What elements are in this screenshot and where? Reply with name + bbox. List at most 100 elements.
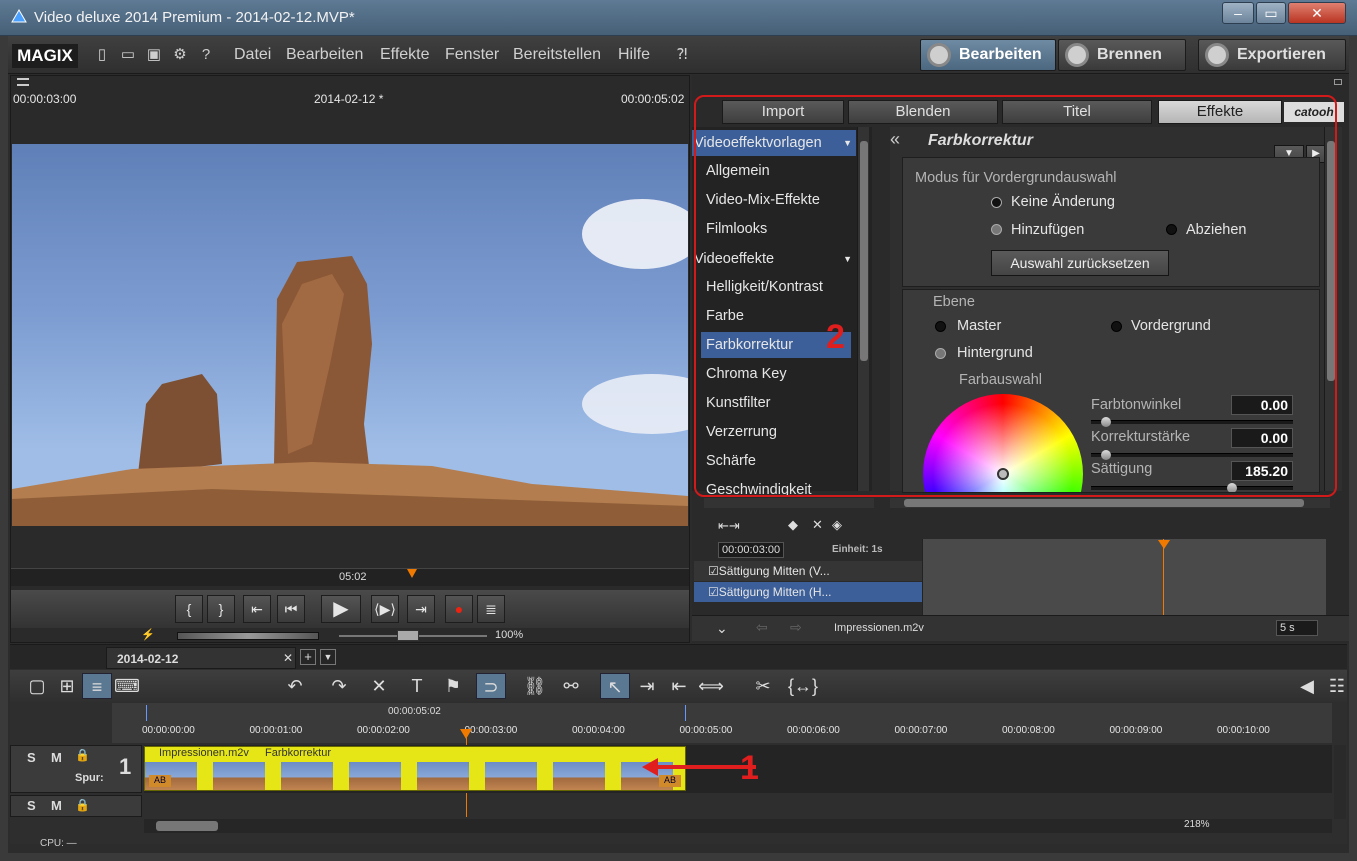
expand-chevron-icon[interactable]: ⌄ xyxy=(716,620,728,637)
mark-in-button[interactable]: { xyxy=(175,595,203,623)
solo-button[interactable]: S xyxy=(27,750,36,765)
multicam-mode-icon[interactable]: ⌨ xyxy=(112,673,142,699)
prev-keyframe-icon[interactable]: ⇤⇥ xyxy=(718,518,740,534)
list-hscroll[interactable] xyxy=(704,498,874,508)
redo-icon[interactable]: ↷ xyxy=(324,673,354,699)
preview-timeline[interactable]: 05:02 xyxy=(11,568,689,586)
minimize-button[interactable]: – xyxy=(1222,2,1254,24)
mode-brennen-button[interactable]: Brennen xyxy=(1058,39,1186,71)
link-icon[interactable]: ⛓ xyxy=(520,673,550,699)
settings-gear-icon[interactable]: ⚙ xyxy=(170,45,190,65)
solo-button[interactable]: S xyxy=(27,798,36,813)
open-folder-icon[interactable]: ▭ xyxy=(118,45,138,65)
save-icon[interactable]: ▣ xyxy=(144,45,164,65)
undo-icon[interactable]: ↶ xyxy=(280,673,310,699)
menu-effekte[interactable]: Effekte xyxy=(380,46,430,64)
transport-bar: { } ⇤ ⏮ ▶ ⟨▶⟩ ⇥ ● ≣ xyxy=(11,590,689,628)
mute-button[interactable]: M xyxy=(51,750,62,765)
export-icon xyxy=(1205,42,1229,67)
razor-icon[interactable]: ✂ xyxy=(748,673,778,699)
mode-bearbeiten-button[interactable]: Bearbeiten xyxy=(920,39,1056,71)
delete-keyframe-icon[interactable]: ✕ xyxy=(812,517,823,533)
export-label: Exportieren xyxy=(1237,46,1326,63)
jog-wheel[interactable] xyxy=(177,632,319,640)
timeline-tab[interactable]: 2014-02-12 ✕ xyxy=(106,647,296,669)
menu-bearbeiten[interactable]: Bearbeiten xyxy=(286,46,363,64)
mute-button[interactable]: M xyxy=(51,798,62,813)
snap-icon[interactable]: {↔} xyxy=(788,673,818,699)
detail-hscroll[interactable] xyxy=(890,498,1330,508)
play-range-button[interactable]: ⟨▶⟩ xyxy=(371,595,399,623)
new-file-icon[interactable]: ▯ xyxy=(92,45,112,65)
prev-marker-button[interactable]: ⇤ xyxy=(243,595,271,623)
menu-datei[interactable]: Datei xyxy=(234,46,271,64)
add-keyframe-icon[interactable]: ◆ xyxy=(788,517,798,533)
fullscreen-icon[interactable]: ⚡ xyxy=(141,628,155,641)
keyframe-duration[interactable]: 5 s xyxy=(1276,620,1318,636)
scrollbar-thumb[interactable] xyxy=(904,499,1304,507)
close-tab-icon[interactable]: ✕ xyxy=(283,651,293,665)
copy-keyframe-icon[interactable]: ◈ xyxy=(832,517,842,533)
delete-icon[interactable]: ✕ xyxy=(364,673,394,699)
timeline-mode-icon[interactable]: ≡ xyxy=(82,673,112,699)
zoom-slider[interactable] xyxy=(339,630,487,641)
mark-out-button[interactable]: } xyxy=(207,595,235,623)
timeline-ruler[interactable]: 00:00:05:02 00:00:00:00 00:00:01:00 00:00:… xyxy=(112,703,1332,743)
storyboard-mode-icon[interactable]: ⊞ xyxy=(52,673,82,699)
marker-flag-icon[interactable]: ⚑ xyxy=(438,673,468,699)
arrow-right-icon[interactable]: ⇨ xyxy=(790,619,802,636)
play-button[interactable]: ▶ xyxy=(321,595,361,623)
export-button[interactable]: Exportieren xyxy=(1198,39,1346,71)
range-mode-icon[interactable]: ⇥ xyxy=(632,673,662,699)
ruler-tick-label: 00:00:07:00 xyxy=(894,725,948,736)
playhead-marker-icon[interactable] xyxy=(407,569,417,578)
preview-monitor: 00:00:03:00 2014-02-12 * 00:00:05:02 05:… xyxy=(10,75,690,643)
volume-speaker-icon[interactable]: ◀ xyxy=(1292,673,1322,699)
close-button[interactable]: ✕ xyxy=(1288,2,1346,24)
context-help-icon[interactable]: ? xyxy=(196,45,216,65)
keyframe-time[interactable]: 00:00:03:00 xyxy=(718,542,784,558)
tab-list-chevron-icon[interactable]: ▼ xyxy=(320,649,336,665)
title-text-icon[interactable]: T xyxy=(402,673,432,699)
monitor-time-left: 00:00:03:00 xyxy=(13,92,77,106)
chat-help-icon[interactable]: ⁈ xyxy=(672,45,692,65)
zoom-slider-knob[interactable] xyxy=(397,630,419,641)
menu-hilfe[interactable]: Hilfe xyxy=(618,46,650,64)
split-mode-icon[interactable]: ⇤ xyxy=(664,673,694,699)
menu-fenster[interactable]: Fenster xyxy=(445,46,499,64)
next-marker-button[interactable]: ⇥ xyxy=(407,595,435,623)
scrollbar-thumb[interactable] xyxy=(156,821,218,831)
mixer-icon[interactable]: ☷ xyxy=(1322,673,1352,699)
record-button[interactable]: ● xyxy=(445,595,473,623)
timeline-zoom[interactable]: 218% xyxy=(1184,819,1210,830)
checkbox-icon[interactable]: ☑ xyxy=(708,585,719,599)
playback-options-button[interactable]: ≣ xyxy=(477,595,505,623)
playhead-marker-icon[interactable] xyxy=(1158,540,1170,549)
timeline-hscroll[interactable]: 218% xyxy=(144,819,1332,833)
maximize-button[interactable]: ▭ xyxy=(1256,2,1286,24)
menu-bereitstellen[interactable]: Bereitstellen xyxy=(513,46,601,64)
keyframe-row[interactable]: ☑Sättigung Mitten (H... xyxy=(694,582,922,602)
mouse-pointer-icon[interactable]: ↖ xyxy=(600,673,630,699)
ruler-tick-label: 00:00:02:00 xyxy=(357,725,410,736)
playhead-marker-icon[interactable] xyxy=(460,729,472,739)
single-track-mode-icon[interactable]: ▢ xyxy=(22,673,52,699)
checkbox-icon[interactable]: ☑ xyxy=(708,564,719,578)
keyframe-row[interactable]: ☑Sättigung Mitten (V... xyxy=(694,561,922,581)
crossfade-ab-icon[interactable]: AB xyxy=(149,775,171,787)
loop-icon[interactable]: ⊃ xyxy=(476,673,506,699)
panel-maximize-icon[interactable] xyxy=(1334,79,1342,85)
track-1-header: S M 🔒 Spur: 1 xyxy=(10,745,142,793)
arrow-left-icon[interactable]: ⇦ xyxy=(756,619,768,636)
timeline-vscroll[interactable] xyxy=(1334,745,1346,819)
lock-icon[interactable]: 🔒 xyxy=(75,798,90,812)
add-tab-icon[interactable]: + xyxy=(300,649,316,665)
monitor-menu-icon[interactable] xyxy=(17,78,29,86)
monitor-zoom-value[interactable]: 100% xyxy=(495,629,523,641)
video-clip[interactable]: Impressionen.m2v Farbkorrektur AB AB xyxy=(144,746,686,791)
stretch-mode-icon[interactable]: ⟺ xyxy=(696,673,726,699)
go-to-start-button[interactable]: ⏮ xyxy=(277,595,305,623)
keyframe-unit: Einheit: 1s xyxy=(832,544,883,555)
unlink-icon[interactable]: ⚯ xyxy=(556,673,586,699)
lock-icon[interactable]: 🔒 xyxy=(75,748,90,762)
